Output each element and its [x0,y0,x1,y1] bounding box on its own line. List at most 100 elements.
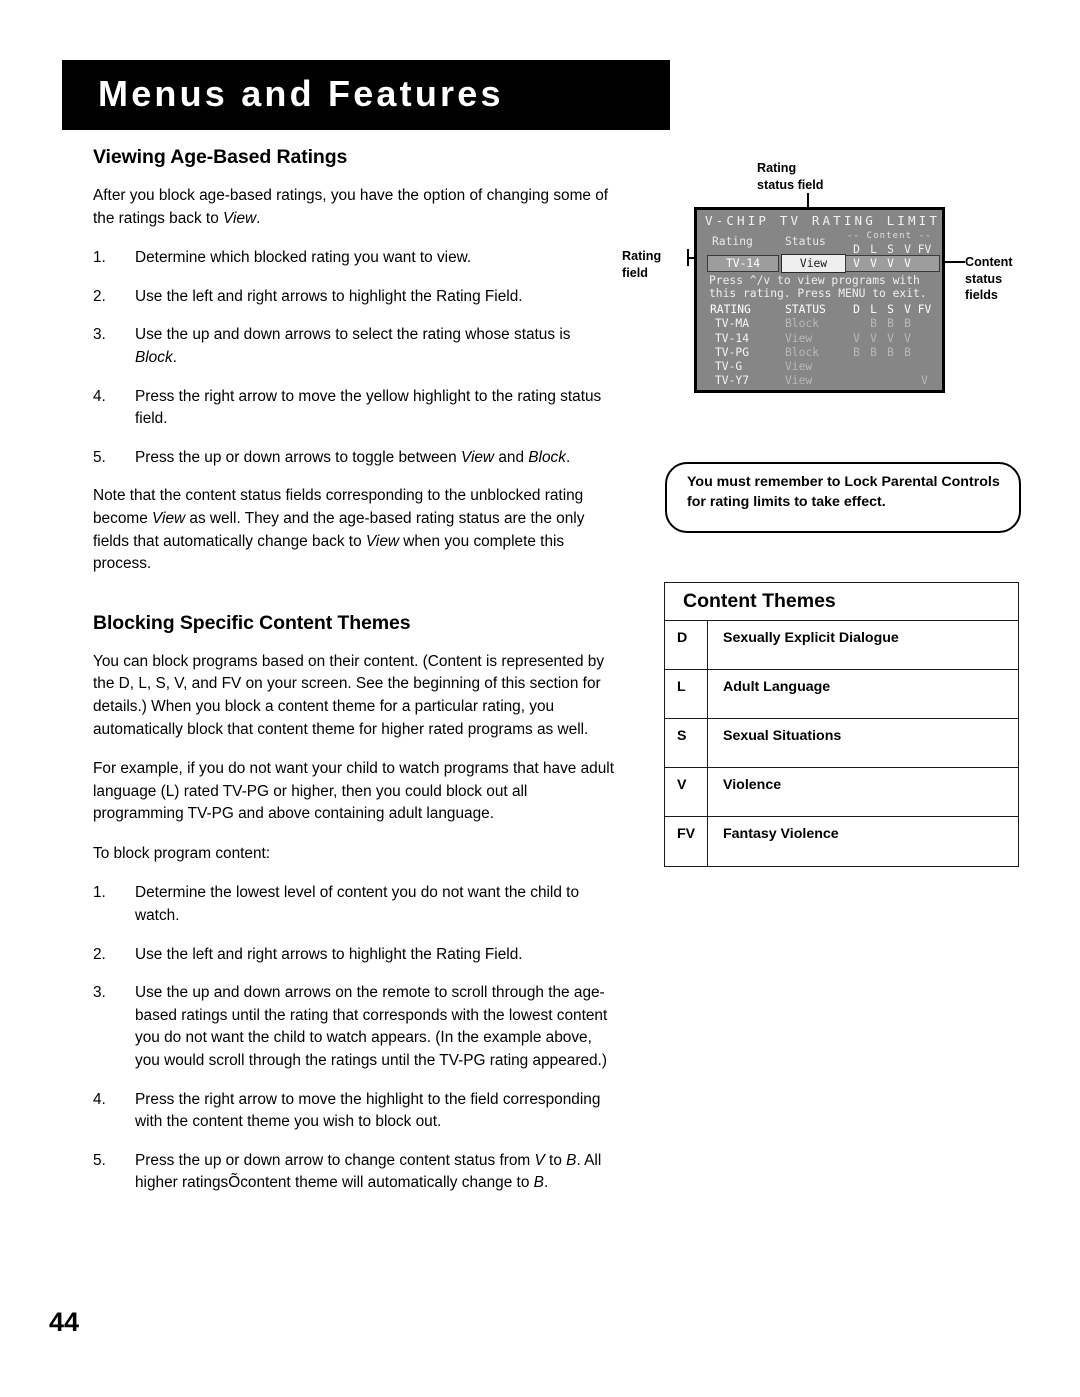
theme-name-cell: Sexually Explicit Dialogue [723,630,899,646]
tv-table-row[interactable]: TV-Y7 View V [697,374,942,388]
heading-blocking-specific-content-themes: Blocking Specific Content Themes [93,611,411,634]
step-number: 4. [93,1090,106,1108]
step-text-italic-2: Block [528,448,566,466]
step-text-italic: Block [135,348,173,366]
theme-name-cell: Sexual Situations [723,728,842,744]
tv-header-flag: S [887,303,894,316]
step-number: 2. [93,287,106,305]
list-item: 5. Press the up or down arrows to toggle… [93,447,615,470]
tv-instruction-text: Press ^/v to view programs with this rat… [709,274,927,301]
content-themes-table-body: D Sexually Explicit Dialogue L Adult Langua… [665,621,1018,866]
theme-code-cell: D [665,621,708,669]
tv-row-flag [865,389,882,390]
age-based-steps-list: 1. Determine which blocked rating you wa… [93,247,615,469]
tv-row-flag [865,374,882,387]
step-text: Press the right arrow to move the highli… [135,1090,601,1131]
step-text: Use the left and right arrows to highlig… [135,287,523,305]
theme-name-cell: Violence [723,777,782,793]
tv-header-flag: L [870,303,877,316]
step-text: Use the left and right arrows to highlig… [135,945,523,963]
tv-row-flags: VVVV [848,332,933,345]
step-text: Press the up or down arrows to toggle be… [135,448,461,466]
tv-header-flag: V [904,303,911,316]
step-text-italic-2: B [566,1151,577,1169]
tv-row-flag [916,317,933,330]
step-text-tail: . [172,348,177,366]
rating-field[interactable]: TV-14 [707,255,779,272]
step-number: 1. [93,884,106,902]
step-text-italic-1: View [460,448,495,466]
tv-row-rating: TV-14 [715,331,750,345]
callout-line-1: Content [965,255,1013,269]
tv-row-status: View [785,331,813,345]
tv-row-flag: V [870,331,877,345]
rating-status-field[interactable]: View [781,254,846,273]
step-text-mid-1: to [544,1151,567,1169]
step-text-tail: . [565,448,571,466]
tv-row-flag: B [853,345,860,359]
tv-row-flags: V [848,374,933,387]
callout-content-status-fields: Content status fields [965,254,1013,304]
tv-row-flag [882,389,899,390]
callout-line-2: status field [757,177,824,192]
tv-row-rating: TV-Y7 [715,374,750,388]
tv-row-flag: V [853,331,860,345]
list-item: 3. Use the up and down arrows to select … [93,324,615,369]
tv-table-row[interactable]: TV-PG Block B B B B [697,345,942,360]
step-text-tail: . [543,1174,549,1192]
list-item: 5. Press the up or down arrow to change … [93,1150,615,1195]
tv-row-flag: B [904,345,911,359]
leader-line-rating-field-vertical [687,249,689,266]
list-item: 1. Determine which blocked rating you wa… [93,247,615,270]
note-italic-2: View [365,532,400,550]
tv-row-rating: TV-MA [715,317,750,331]
tv-row-flag: V [921,374,928,388]
step-text-mid: and [494,448,529,466]
tv-row-flag [848,389,865,390]
tv-rating-table: RATING STATUS D L S V FV TV-MA Block BBB TV-1… [697,303,942,390]
tv-table-row[interactable]: TV-G View [697,360,942,374]
tv-screen-illustration: V-CHIP TV RATING LIMIT Rating Status -- … [694,207,945,393]
content-themes-paragraph-3: To block program content: [93,844,271,862]
content-themes-paragraph-1: You can block programs based on their co… [93,652,605,738]
tv-table-row[interactable]: TV-14 View V V V V [697,331,942,346]
tv-row-status: View [785,389,812,390]
theme-name-cell: Fantasy Violence [723,826,839,842]
age-based-intro-text: After you block age-based ratings, you h… [93,187,609,227]
tv-row-flag: B [870,317,877,331]
step-text: Press the right arrow to move the yellow… [135,387,602,428]
list-item: 3. Use the up and down arrows on the rem… [93,982,615,1072]
step-text: Determine which blocked rating you want … [135,249,472,267]
tv-column-header-rating: Rating [712,235,753,248]
list-item: 1. Determine the lowest level of content… [93,882,615,927]
note-callout-box: You must remember to Lock Parental Contr… [665,462,1021,533]
table-row: D Sexually Explicit Dialogue [665,621,1018,670]
list-item: 4. Press the right arrow to move the yel… [93,386,615,431]
table-row: L Adult Language [665,670,1018,719]
callout-line-2: field [622,265,648,280]
table-row: V Violence [665,768,1018,817]
tv-row-flag: B [870,345,877,359]
tv-row-status: Block [785,345,820,359]
tv-row-flag: B [887,345,894,359]
tv-table-row[interactable]: TV-MA Block BBB [697,317,942,331]
callout-rating-field: Rating field [622,248,661,281]
rating-status-value: View [799,257,828,270]
step-number: 5. [93,1151,106,1169]
content-status-value [916,257,933,270]
content-themes-table-title: Content Themes [665,583,1018,621]
step-number: 3. [93,984,106,1002]
tv-table-row[interactable]: TV-Y View [697,389,942,390]
tv-table-body: TV-MA Block BBB TV-14 View V V V V TV-PG Block B… [697,317,942,390]
step-text-italic-3: B [533,1174,544,1192]
content-themes-table: Content Themes D Sexually Explicit Dialog… [664,582,1019,867]
content-status-fields[interactable]: VVVV [845,255,940,272]
content-themes-paragraph-2: For example, if you do not want your chi… [93,760,614,823]
step-number: 2. [93,945,106,963]
tv-header-flag: D [853,303,860,316]
tv-menu-title: V-CHIP TV RATING LIMIT [705,213,941,228]
tv-row-status: View [785,360,813,374]
step-text: Use the up and down arrows to select the… [135,326,571,344]
page-number: 44 [49,1307,80,1337]
tv-row-flag [899,389,916,390]
